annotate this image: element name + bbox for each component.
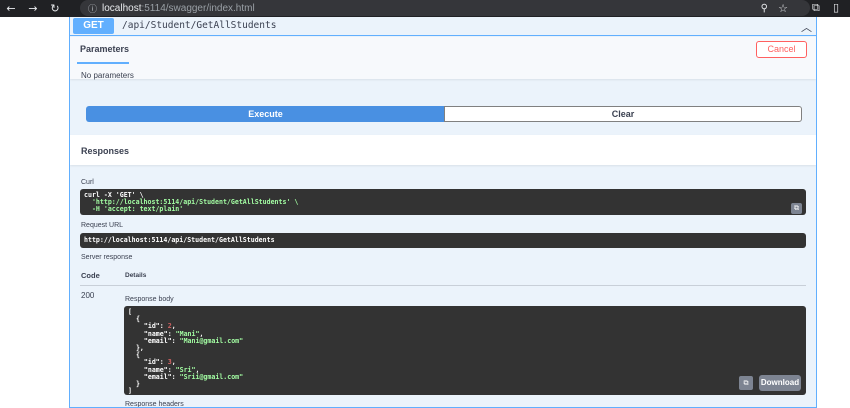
status-code: 200 xyxy=(81,291,95,300)
bookmark-star-icon[interactable]: ☆ xyxy=(778,2,788,15)
back-icon[interactable]: ← xyxy=(0,2,22,15)
url-rest: :5114/swagger/index.html xyxy=(141,2,255,14)
parameters-header: Parameters Cancel xyxy=(70,37,816,79)
request-url-label: Request URL xyxy=(81,222,124,229)
chevron-up-icon[interactable]: ︿ xyxy=(801,19,812,35)
site-info-icon[interactable]: ⓘ xyxy=(88,2,98,15)
execute-button[interactable]: Execute xyxy=(86,106,445,122)
operation-block: GET /api/Student/GetAllStudents ︿ Parame… xyxy=(69,17,817,408)
cancel-button[interactable]: Cancel xyxy=(756,41,807,58)
browser-toolbar: ← → ↻ ⓘ localhost:5114/swagger/index.htm… xyxy=(0,0,850,17)
reload-icon[interactable]: ↻ xyxy=(44,2,66,15)
curl-line: -H 'accept: text/plain' xyxy=(84,205,184,214)
tab-underline xyxy=(77,62,129,64)
request-url: http://localhost:5114/api/Student/GetAll… xyxy=(80,233,806,248)
address-bar[interactable]: ⓘ localhost:5114/swagger/index.html ⚲ ☆ xyxy=(80,0,810,16)
url-host: localhost xyxy=(102,2,142,14)
address-text: localhost:5114/swagger/index.html xyxy=(102,3,255,14)
copy-curl-icon[interactable]: ⧉ xyxy=(791,203,802,214)
operation-summary[interactable]: GET /api/Student/GetAllStudents ︿ xyxy=(70,17,816,36)
code-column-header: Code xyxy=(81,271,100,280)
tab-parameters[interactable]: Parameters xyxy=(80,44,129,54)
details-column-header: Details xyxy=(125,272,147,279)
response-headers-label: Response headers xyxy=(125,401,184,408)
curl-label: Curl xyxy=(81,179,94,186)
sidebar-icon[interactable]: ▯ xyxy=(833,1,839,14)
http-method-badge: GET xyxy=(73,18,114,34)
responses-header: Responses xyxy=(70,135,816,165)
responses-title: Responses xyxy=(81,146,130,156)
server-response-label: Server response xyxy=(81,254,133,261)
response-body-label: Response body xyxy=(125,296,174,303)
clear-button[interactable]: Clear xyxy=(444,106,802,122)
table-divider xyxy=(80,285,806,286)
forward-icon[interactable]: → xyxy=(22,2,44,15)
download-button[interactable]: Download xyxy=(759,375,801,391)
no-parameters-text: No parameters xyxy=(81,71,134,80)
operation-path: /api/Student/GetAllStudents xyxy=(122,20,277,31)
response-body: [ { "id": 2, "name": "Mani", "email": "M… xyxy=(124,306,806,395)
curl-code: curl -X 'GET' \ 'http://localhost:5114/a… xyxy=(80,189,806,215)
copy-body-icon[interactable]: ⧉ xyxy=(739,376,753,390)
zoom-icon[interactable]: ⚲ xyxy=(761,3,768,14)
extensions-icon[interactable]: ⧉ xyxy=(812,1,820,15)
